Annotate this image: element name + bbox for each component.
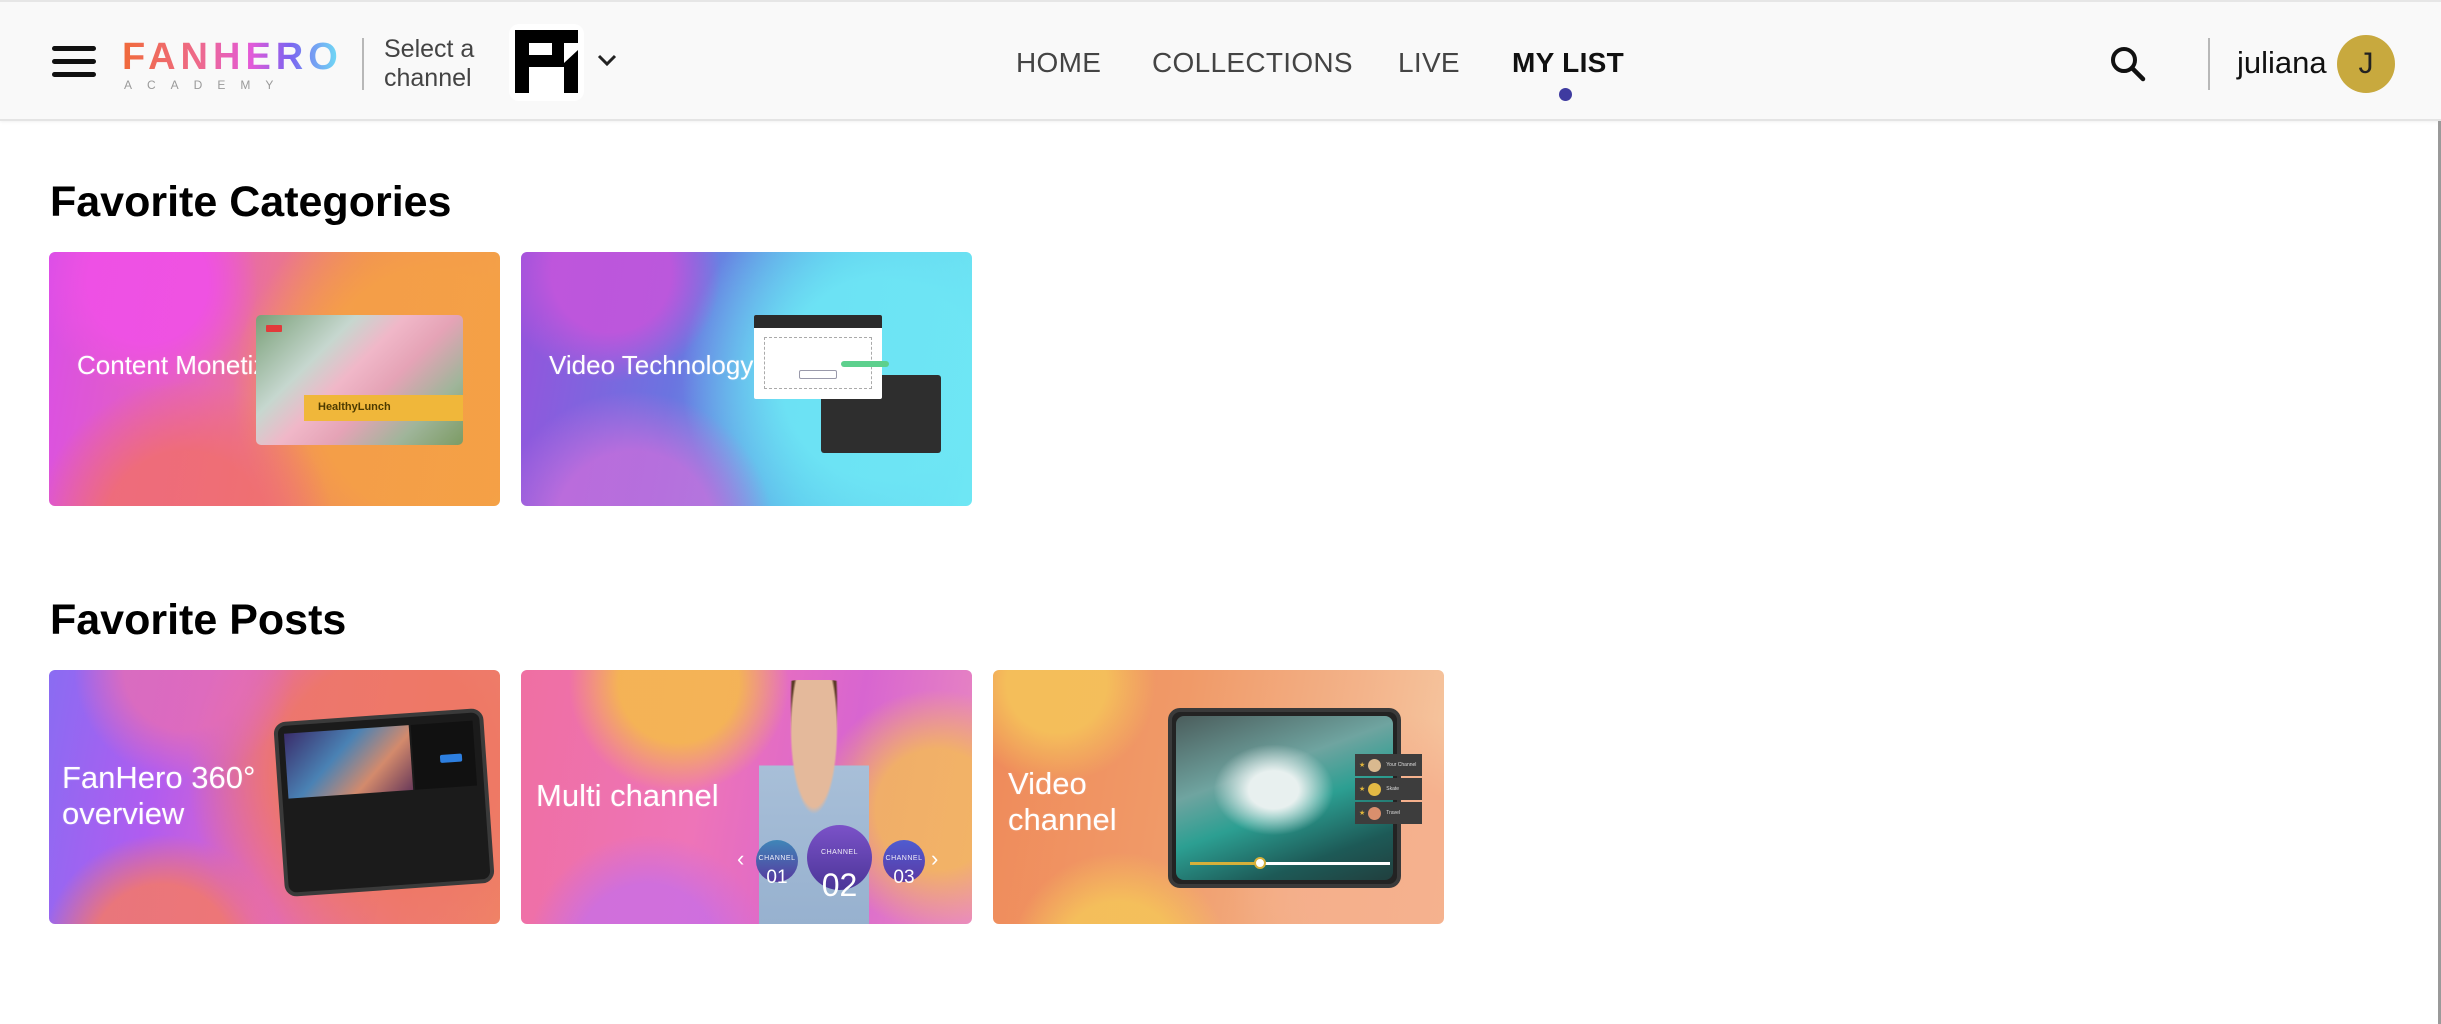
channel-badge: CHANNEL 01 xyxy=(756,840,798,887)
thumbnail-banner-text: HealthyLunch xyxy=(318,401,391,413)
channel-badge: CHANNEL 02 xyxy=(807,825,872,901)
hamburger-icon-line xyxy=(52,72,96,77)
card-title: Video Technology xyxy=(549,350,754,380)
upload-button-mockup xyxy=(799,370,837,379)
channel-number: 01 xyxy=(766,867,788,888)
channel-selector[interactable] xyxy=(509,24,584,101)
logo-wordmark: FANHERO xyxy=(122,36,343,78)
window-bar xyxy=(754,315,882,328)
channel-number: 03 xyxy=(893,867,915,888)
category-card-content-monetization[interactable]: Content Monetization HealthyLunch xyxy=(49,252,500,506)
logo-subtitle: ACADEMY xyxy=(124,78,289,92)
star-icon: ★ xyxy=(1359,810,1366,817)
top-navigation-bar: FANHERO ACADEMY Select a channel HOME CO… xyxy=(0,0,2441,121)
channel-list-item: ★ Travel xyxy=(1355,802,1422,824)
channel-name: Skate xyxy=(1386,786,1400,792)
thumbnail-banner: HealthyLunch xyxy=(304,395,463,421)
channel-thumbnail xyxy=(1368,782,1382,796)
nav-collections[interactable]: COLLECTIONS xyxy=(1152,47,1353,79)
nav-home[interactable]: HOME xyxy=(1016,47,1101,79)
channel-name: Your Channel xyxy=(1386,762,1417,768)
live-badge xyxy=(266,325,282,332)
fanhero-academy-logo[interactable]: FANHERO ACADEMY xyxy=(122,36,343,92)
upload-window-mockup xyxy=(754,315,882,399)
card-thumbnail-image: HealthyLunch xyxy=(256,315,463,445)
active-nav-indicator xyxy=(1559,88,1572,101)
channel-caption: CHANNEL xyxy=(885,855,923,862)
header-divider xyxy=(362,38,364,90)
channel-number: 02 xyxy=(821,867,858,903)
card-title: Multi channel xyxy=(536,778,719,813)
hamburger-icon xyxy=(52,46,96,51)
search-icon[interactable] xyxy=(2108,44,2148,84)
video-progress-bar xyxy=(1190,857,1390,869)
chat-bubble xyxy=(439,753,463,763)
header-divider xyxy=(2208,38,2210,90)
post-card-multi-channel[interactable]: Multi channel ‹ CHANNEL 01 CHANNEL 02 CH… xyxy=(521,670,972,924)
upload-progress-mockup xyxy=(841,361,889,367)
post-card-fanhero-360-overview[interactable]: FanHero 360° overview xyxy=(49,670,500,924)
channel-thumbnail xyxy=(1368,758,1382,772)
video-progress-fill xyxy=(1190,862,1260,865)
channel-thumbnail xyxy=(1368,806,1382,820)
card-title: FanHero 360° overview xyxy=(62,760,256,831)
nav-my-list[interactable]: MY LIST xyxy=(1512,47,1624,79)
nav-live[interactable]: LIVE xyxy=(1398,47,1460,79)
channel-caption: CHANNEL xyxy=(758,855,796,862)
channel-caption: CHANNEL xyxy=(821,849,858,856)
username[interactable]: juliana xyxy=(2237,45,2327,81)
channel-badge: CHANNEL 03 xyxy=(883,840,925,887)
channel-name: Travel xyxy=(1386,810,1400,816)
favorite-posts-heading: Favorite Posts xyxy=(50,596,347,644)
fh-channel-logo-icon xyxy=(515,30,578,93)
chevron-left-icon: ‹ xyxy=(737,846,745,871)
channel-list-mockup: ★ Your Channel ★ Skate ★ Travel xyxy=(1355,754,1422,826)
card-title: Video channel xyxy=(1008,766,1117,837)
channel-list-item: ★ Your Channel xyxy=(1355,754,1422,776)
hamburger-icon-line xyxy=(52,59,96,64)
channel-select-label: Select a channel xyxy=(384,35,475,92)
menu-button[interactable] xyxy=(52,44,98,80)
star-icon: ★ xyxy=(1359,786,1366,793)
channel-list-item: ★ Skate xyxy=(1355,778,1422,800)
post-card-video-channel[interactable]: Video channel ★ Your Channel ★ Skate ★ T… xyxy=(993,670,1444,924)
video-screen xyxy=(283,725,414,799)
chevron-right-icon: › xyxy=(931,846,939,871)
chevron-down-icon[interactable] xyxy=(596,52,618,68)
play-icon xyxy=(1254,857,1266,869)
star-icon: ★ xyxy=(1359,762,1366,769)
user-avatar[interactable]: J xyxy=(2337,35,2395,93)
favorite-categories-heading: Favorite Categories xyxy=(50,178,452,226)
tablet-mockup xyxy=(273,707,495,898)
category-card-video-technology[interactable]: Video Technology xyxy=(521,252,972,506)
